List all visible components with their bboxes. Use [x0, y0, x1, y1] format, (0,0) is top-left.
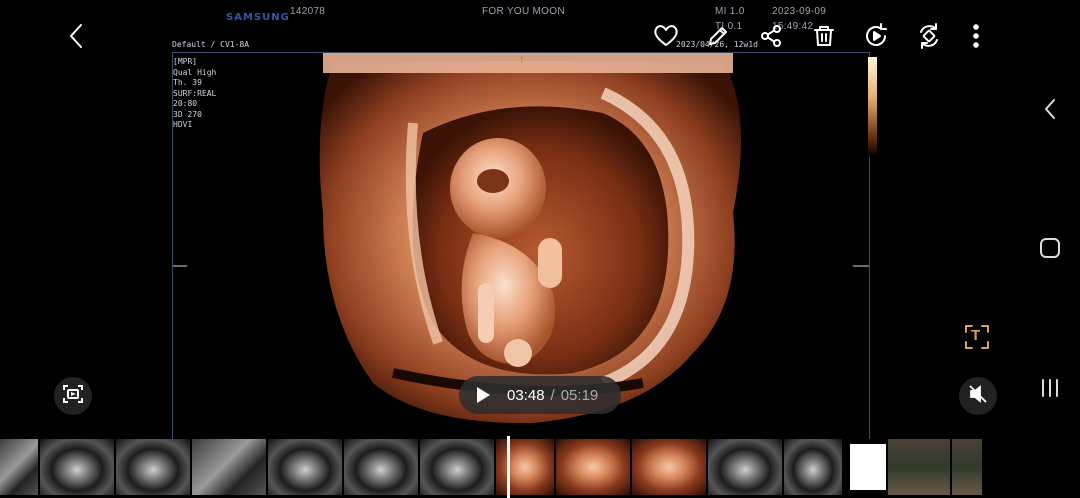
scan-params: [MPR] Qual High Th. 39 SURF:REAL 20:80 3…	[173, 57, 216, 131]
filmstrip-thumbnail[interactable]	[344, 439, 418, 495]
mute-button[interactable]	[959, 377, 997, 415]
capture-video-button[interactable]	[54, 377, 92, 415]
svg-text:↑: ↑	[518, 56, 526, 66]
mi-value: MI 1.0	[715, 6, 745, 17]
param-3d: 3D 270	[173, 109, 202, 119]
text-recognition-label: T	[971, 327, 981, 344]
preset-label: Default / CV1-8A	[172, 40, 250, 49]
capture-frame-icon	[62, 383, 84, 410]
filmstrip-thumbnail[interactable]	[556, 439, 630, 495]
param-mode: [MPR]	[173, 57, 198, 66]
filmstrip-thumbnail[interactable]	[0, 439, 38, 495]
more-vert-icon[interactable]	[961, 21, 991, 51]
share-icon[interactable]	[756, 21, 786, 51]
grayscale-bar	[868, 57, 877, 157]
brand-logo: SAMSUNG	[226, 12, 290, 23]
rotate-icon[interactable]	[914, 21, 944, 51]
filmstrip[interactable]	[0, 436, 1080, 498]
filmstrip-thumbnail[interactable]	[40, 439, 114, 495]
patient-name: FOR YOU MOON	[482, 6, 565, 17]
filmstrip-thumbnail[interactable]	[192, 439, 266, 495]
nav-recents-icon[interactable]	[1035, 373, 1065, 403]
scan-date: 2023-09-09	[772, 6, 827, 17]
scrubber-handle[interactable]	[507, 436, 510, 498]
filmstrip-thumbnail[interactable]	[850, 444, 886, 490]
filmstrip-thumbnail[interactable]	[888, 439, 950, 495]
nav-home-icon[interactable]	[1035, 233, 1065, 263]
param-thickness: Th. 39	[173, 78, 202, 87]
pencil-icon[interactable]	[703, 21, 733, 51]
filmstrip-thumbnail[interactable]	[116, 439, 190, 495]
heart-icon[interactable]	[651, 21, 681, 51]
replay-icon[interactable]	[861, 21, 891, 51]
back-arrow-icon[interactable]	[62, 21, 92, 51]
param-quality: Qual High	[173, 67, 217, 77]
time-separator: /	[550, 386, 555, 404]
filmstrip-thumbnail[interactable]	[496, 439, 554, 495]
mute-icon	[968, 384, 988, 409]
param-surface: SURF:REAL	[173, 88, 217, 98]
patient-id: 142078	[290, 6, 326, 17]
play-icon[interactable]	[468, 380, 498, 410]
nav-back-icon[interactable]	[1035, 94, 1065, 124]
duration: 05:19	[560, 386, 599, 404]
filmstrip-thumbnail[interactable]	[632, 439, 706, 495]
current-time: 03:48	[507, 386, 545, 404]
filmstrip-thumbnail[interactable]	[708, 439, 782, 495]
filmstrip-thumbnail[interactable]	[268, 439, 342, 495]
filmstrip-thumbnail[interactable]	[420, 439, 494, 495]
param-ratio: 20:80	[173, 99, 198, 108]
filmstrip-thumbnail[interactable]	[952, 439, 982, 495]
text-recognition-button[interactable]: T	[962, 322, 992, 352]
trash-icon[interactable]	[809, 21, 839, 51]
param-hdvi: HDVI	[173, 120, 193, 129]
filmstrip-thumbnail[interactable]	[784, 439, 842, 495]
playback-bar: 03:48 / 05:19	[459, 376, 621, 414]
